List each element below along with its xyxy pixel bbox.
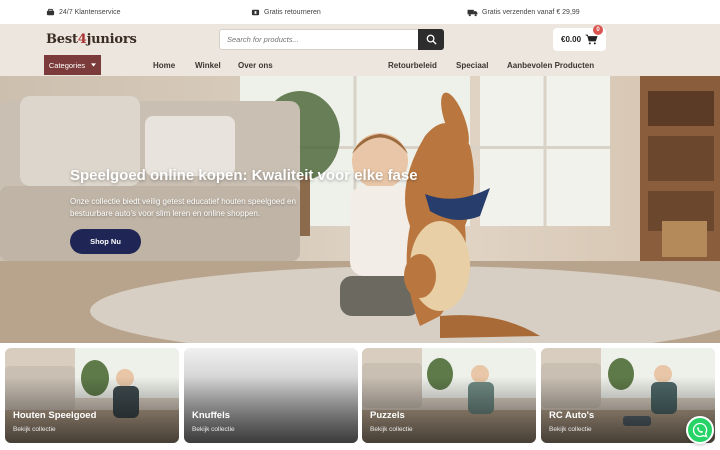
logo-text-part1: Best bbox=[46, 32, 78, 47]
category-card-knuffels[interactable]: Knuffels Bekijk collectie bbox=[184, 348, 358, 443]
card-title: Houten Speelgoed bbox=[13, 410, 97, 421]
nav-aanbevolen[interactable]: Aanbevolen Producten bbox=[507, 55, 594, 75]
cart-icon bbox=[585, 34, 598, 45]
shipping-text: Gratis verzenden vanaf € 29,99 bbox=[482, 8, 580, 16]
returns-text: Gratis retourneren bbox=[264, 8, 321, 16]
chevron-down-icon bbox=[91, 63, 97, 67]
returns-info: Gratis retourneren bbox=[251, 0, 321, 24]
whatsapp-button[interactable] bbox=[686, 416, 714, 444]
search-icon bbox=[426, 34, 437, 45]
truck-icon bbox=[467, 9, 478, 16]
cart-button[interactable]: €0.00 0 bbox=[553, 25, 606, 51]
return-icon bbox=[251, 9, 260, 15]
card-link[interactable]: Bekijk collectie bbox=[192, 426, 235, 433]
service-text: 24/7 Klantenservice bbox=[59, 8, 121, 16]
category-card-puzzels[interactable]: Puzzels Bekijk collectie bbox=[362, 348, 536, 443]
top-info-bar: 24/7 Klantenservice Gratis retourneren G… bbox=[0, 0, 720, 24]
site-logo[interactable]: Best4juniors bbox=[46, 32, 137, 47]
nav-over-ons[interactable]: Over ons bbox=[238, 55, 273, 75]
categories-label: Categories bbox=[48, 60, 86, 70]
headset-icon bbox=[46, 8, 55, 15]
card-title: RC Auto's bbox=[549, 410, 595, 421]
shipping-info: Gratis verzenden vanaf € 29,99 bbox=[467, 0, 580, 24]
nav-home[interactable]: Home bbox=[153, 55, 175, 75]
hero-description: Onze collectie biedt veilig getest educa… bbox=[70, 197, 296, 218]
card-title: Puzzels bbox=[370, 410, 405, 421]
card-link[interactable]: Bekijk collectie bbox=[549, 426, 592, 433]
category-card-houten-speelgoed[interactable]: Houten Speelgoed Bekijk collectie bbox=[5, 348, 179, 443]
search-input[interactable] bbox=[220, 35, 420, 44]
card-title: Knuffels bbox=[192, 410, 230, 421]
logo-text-part2: juniors bbox=[86, 32, 137, 47]
card-link[interactable]: Bekijk collectie bbox=[370, 426, 413, 433]
shop-now-button[interactable]: Shop Nu bbox=[70, 229, 141, 254]
hero-banner: Speelgoed online kopen: Kwaliteit voor e… bbox=[0, 76, 720, 343]
nav-winkel[interactable]: Winkel bbox=[195, 55, 221, 75]
cart-total: €0.00 bbox=[561, 35, 582, 44]
site-header: Best4juniors €0.00 0 Categories Home Win… bbox=[0, 24, 720, 76]
logo-number: 4 bbox=[77, 32, 87, 47]
hero-title: Speelgoed online kopen: Kwaliteit voor e… bbox=[70, 167, 418, 184]
cart-count-badge: 0 bbox=[593, 25, 603, 35]
service-info: 24/7 Klantenservice bbox=[46, 0, 120, 24]
search-bar bbox=[219, 29, 444, 50]
category-cards: Houten Speelgoed Bekijk collectie Knuffe… bbox=[0, 343, 720, 450]
nav-speciaal[interactable]: Speciaal bbox=[456, 55, 488, 75]
nav-retourbeleid[interactable]: Retourbeleid bbox=[388, 55, 437, 75]
card-link[interactable]: Bekijk collectie bbox=[13, 426, 56, 433]
whatsapp-icon bbox=[692, 422, 708, 438]
categories-dropdown[interactable]: Categories bbox=[44, 55, 101, 75]
search-button[interactable] bbox=[418, 29, 444, 50]
